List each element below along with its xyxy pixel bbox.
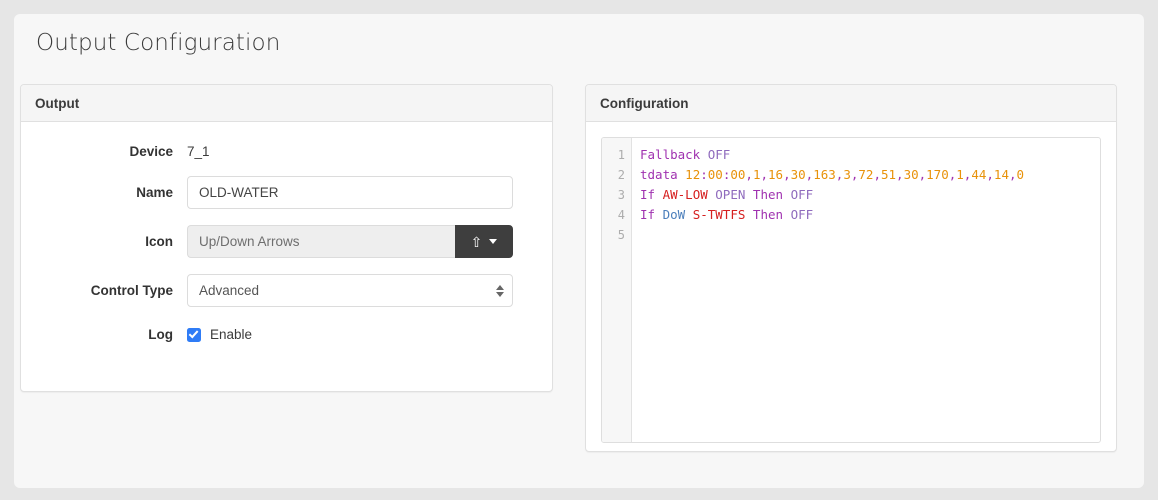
code-token: OFF [707, 147, 731, 162]
device-label: Device [129, 144, 173, 159]
editor-code-line: Fallback OFF [640, 145, 1100, 165]
select-spinner-icon [496, 284, 504, 297]
code-token: OFF [790, 187, 814, 202]
code-token: S-TWTFS [692, 207, 746, 222]
spinner-down-icon [496, 291, 504, 297]
log-enable-checkbox[interactable] [187, 327, 201, 342]
code-token: 0 [1016, 167, 1025, 182]
log-row: Log Enable [21, 327, 552, 342]
editor-line-number: 1 [617, 148, 625, 162]
editor-code-line: If DoW S-TWTFS Then OFF [640, 205, 1100, 225]
editor-code-line: tdata 12:00:00,1,16,30,163,3,72,51,30,17… [640, 165, 1100, 185]
device-row: Device 7_1 [21, 144, 552, 159]
code-token: 12 [685, 167, 701, 182]
log-checkbox-row: Enable [187, 327, 252, 342]
code-token: If [640, 207, 656, 222]
code-token: , [873, 167, 881, 182]
code-token: If [640, 187, 656, 202]
code-token: Then [752, 187, 784, 202]
page-title: Output Configuration [36, 30, 281, 56]
code-token: 51 [880, 167, 897, 182]
control-type-row: Control Type Advanced [21, 274, 552, 307]
code-token: 00 [707, 167, 723, 182]
configuration-panel-title: Configuration [600, 95, 689, 111]
log-enable-label: Enable [210, 327, 253, 342]
code-token: OPEN [715, 187, 746, 202]
code-token: : [700, 167, 708, 182]
up-arrow-icon: ⇧ [470, 233, 483, 250]
editor-line-number: 5 [617, 228, 625, 242]
code-token: 163 [813, 167, 836, 182]
control-type-field-area: Advanced [187, 274, 552, 307]
code-token: 16 [768, 167, 784, 182]
configuration-code-editor[interactable]: 12345 Fallback OFF tdata 12:00:00,1,16,30… [601, 137, 1101, 443]
code-token: 72 [858, 167, 874, 182]
code-token: , [745, 167, 753, 182]
code-token: 14 [993, 167, 1009, 182]
code-token: 00 [730, 167, 746, 182]
output-panel-header: Output [21, 85, 552, 122]
control-type-label: Control Type [90, 283, 173, 298]
code-token: OFF [790, 207, 814, 222]
editor-code-line [640, 225, 1100, 245]
code-token: 44 [971, 167, 987, 182]
device-value: 7_1 [187, 144, 210, 159]
editor-line-number: 2 [617, 168, 625, 182]
control-type-select-wrap: Advanced [187, 274, 513, 307]
code-token: 1 [956, 167, 964, 182]
code-token: , [760, 167, 769, 182]
icon-input[interactable] [187, 225, 455, 258]
icon-input-group: ⇧ [187, 225, 513, 258]
code-token: , [783, 167, 791, 182]
code-token: , [1008, 167, 1017, 182]
code-token: , [896, 167, 904, 182]
name-input[interactable] [187, 176, 513, 209]
editor-line-number-gutter: 1 2 3 4 5 [602, 138, 632, 442]
spinner-up-icon [496, 284, 504, 290]
control-type-select[interactable]: Advanced [187, 274, 513, 307]
code-token: DoW [662, 207, 686, 222]
code-token: 30 [903, 167, 919, 182]
icon-row: Icon ⇧ [21, 225, 552, 258]
output-panel-title: Output [35, 95, 80, 111]
code-token: , [986, 167, 994, 182]
editor-line-number: 3 [617, 188, 625, 202]
page-root: Output Configuration Output Device 7_1 N… [0, 0, 1158, 500]
editor-code-line: If AW-LOW OPEN Then OFF [640, 185, 1100, 205]
name-row: Name [21, 176, 552, 209]
code-token: 30 [790, 167, 806, 182]
name-field-area [187, 176, 552, 209]
code-token: tdata [640, 167, 678, 182]
icon-dropdown-button[interactable]: ⇧ [455, 225, 513, 258]
log-field-area: Enable [187, 327, 552, 342]
caret-down-icon [489, 239, 498, 244]
configuration-panel-header: Configuration [586, 85, 1116, 122]
content-card: Output Configuration Output Device 7_1 N… [14, 14, 1144, 488]
output-panel-body: Device 7_1 Name Icon [21, 144, 552, 342]
configuration-panel: Configuration 12345 Fallback OFF tdata 12… [585, 84, 1117, 452]
code-token: 170 [926, 167, 949, 182]
device-value-area: 7_1 [187, 144, 552, 159]
control-type-selected-value: Advanced [199, 283, 260, 298]
code-token: 3 [843, 167, 851, 182]
code-token: Fallback [640, 147, 701, 162]
icon-field-area: ⇧ [187, 225, 552, 258]
name-label: Name [136, 185, 173, 200]
code-token: AW-LOW [662, 187, 708, 202]
output-panel: Output Device 7_1 Name Icon [20, 84, 553, 392]
code-token: Then [752, 207, 784, 222]
log-label: Log [148, 327, 173, 342]
icon-label: Icon [145, 234, 173, 249]
editor-code-area[interactable]: Fallback OFF tdata 12:00:00,1,16,30,163,3… [632, 138, 1100, 442]
editor-line-number: 4 [617, 208, 625, 222]
